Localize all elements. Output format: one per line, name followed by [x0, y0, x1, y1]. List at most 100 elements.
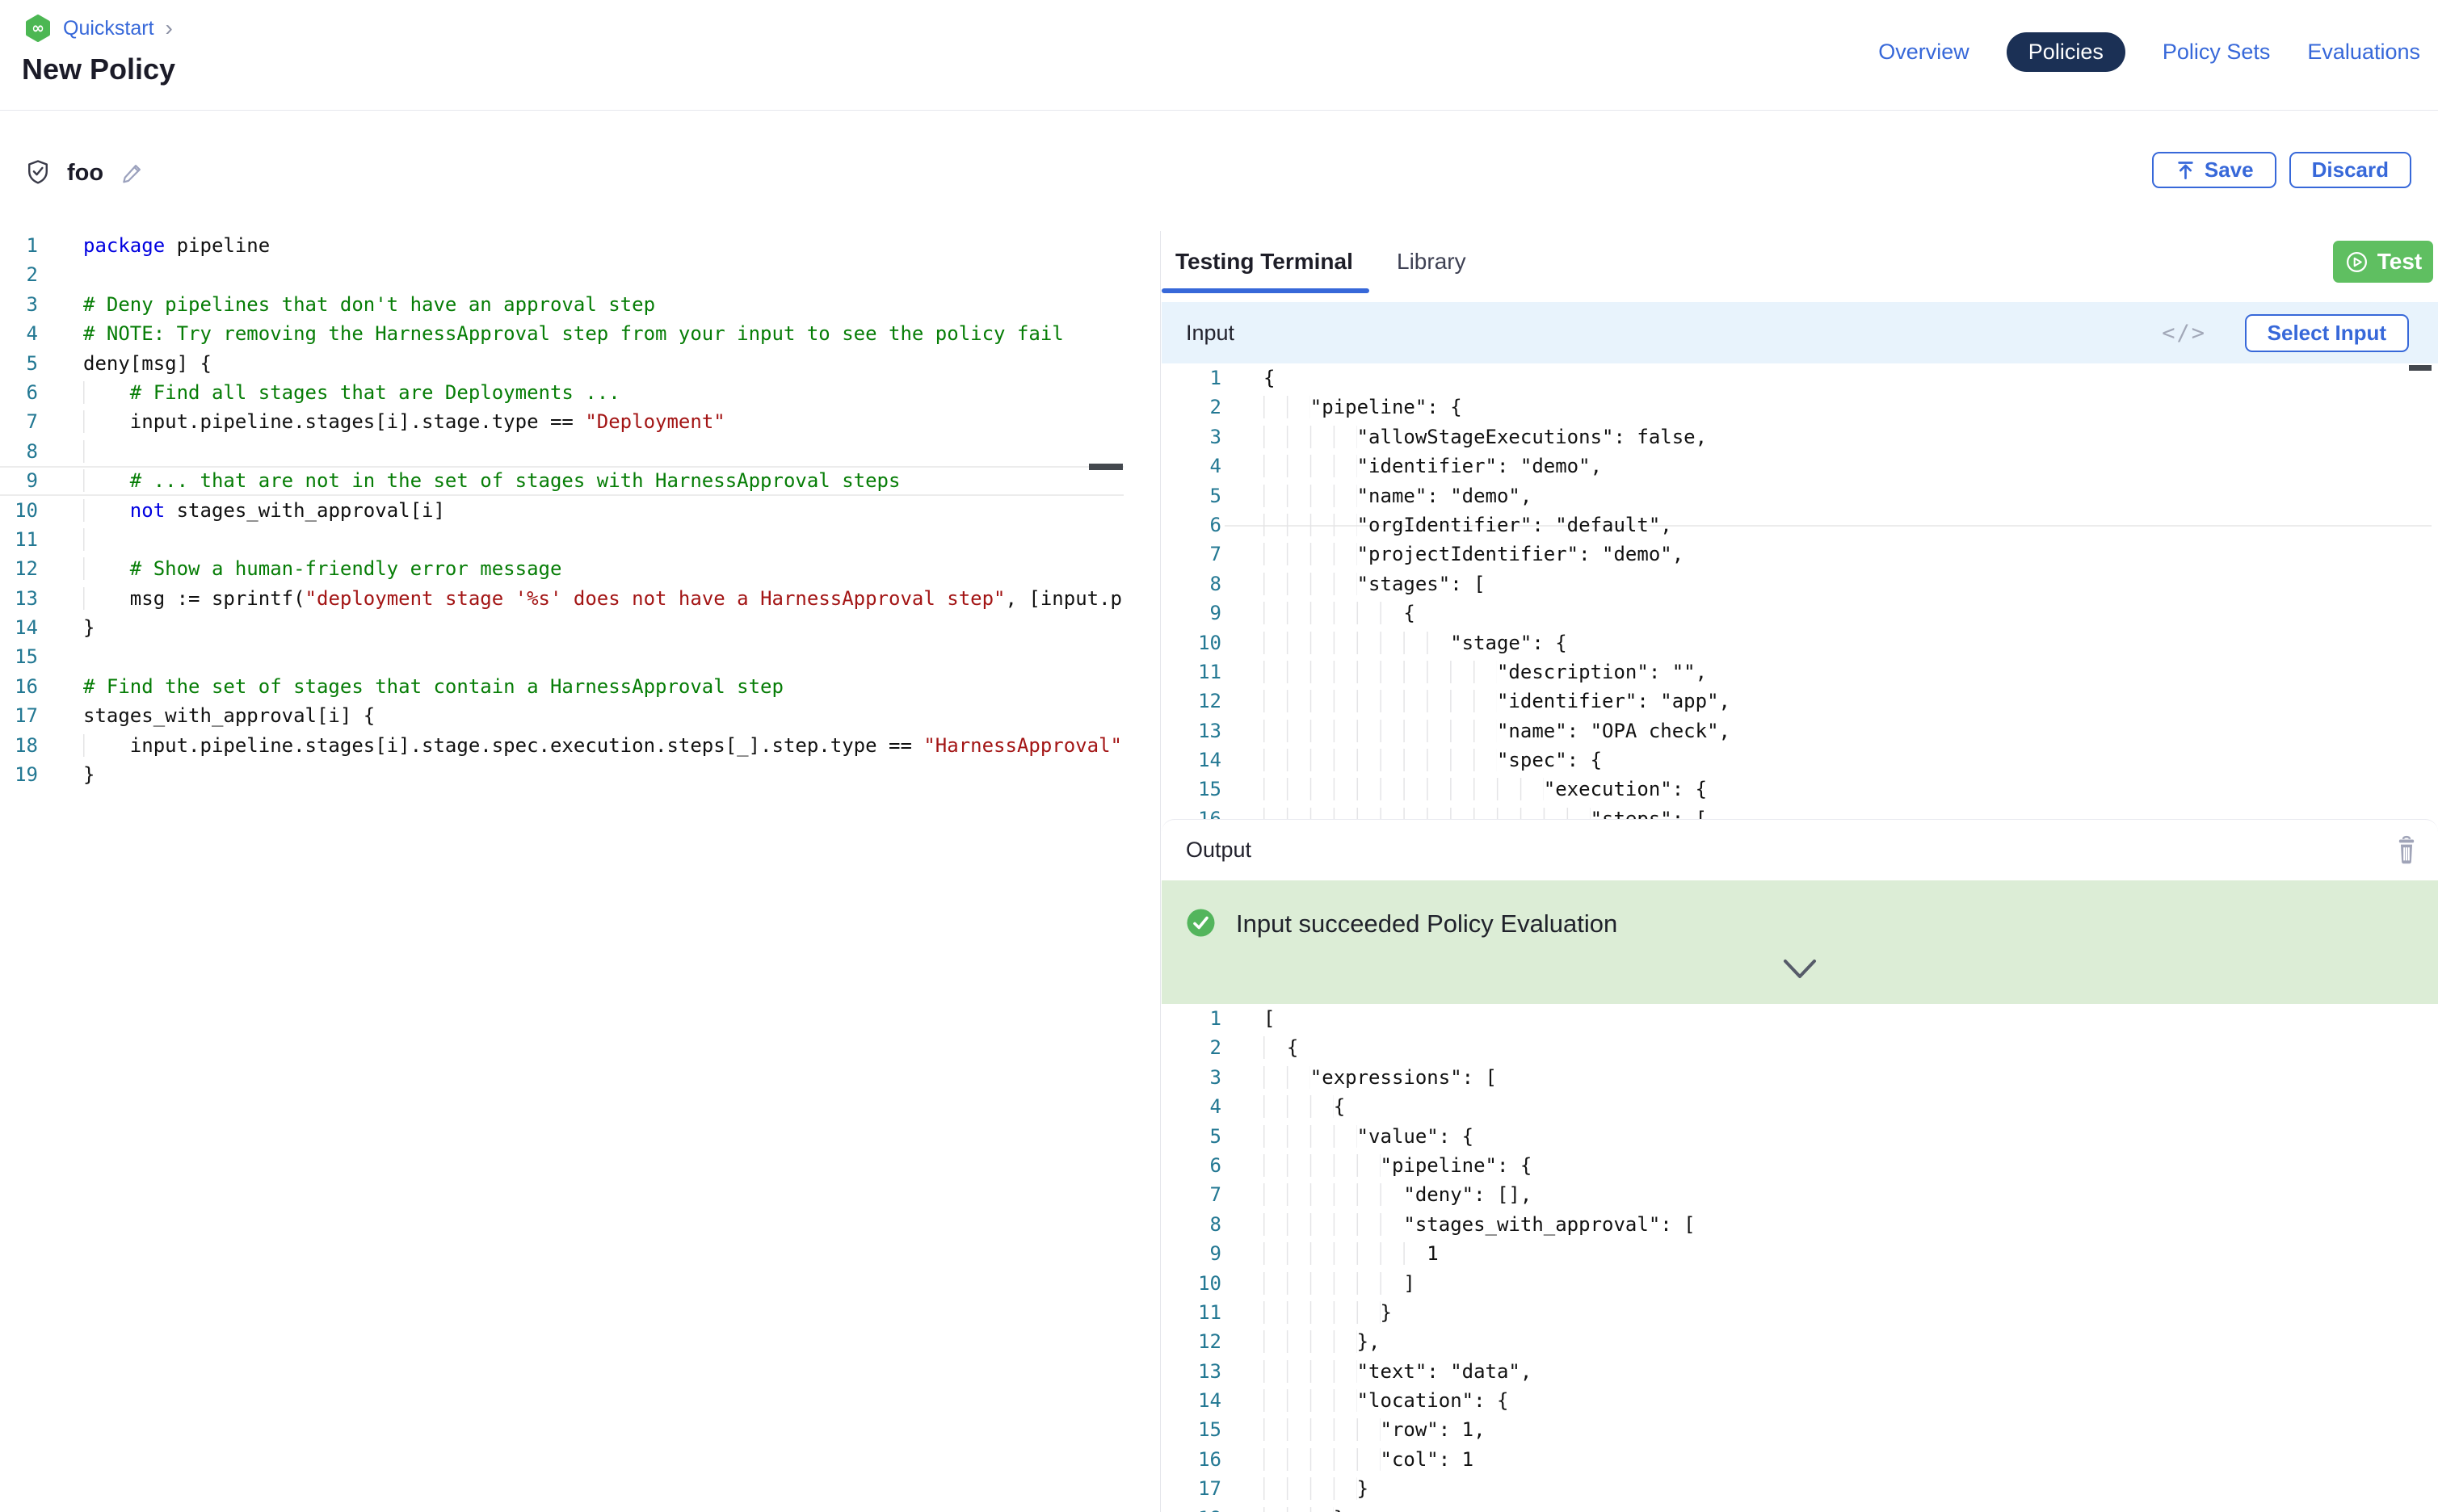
- indent-guides: [1263, 1125, 1357, 1148]
- save-button[interactable]: Save: [2152, 152, 2276, 188]
- code-line[interactable]: 14}: [0, 613, 1160, 642]
- clear-output-trash-icon[interactable]: [2393, 834, 2420, 865]
- code-line[interactable]: 6 # Find all stages that are Deployments…: [0, 378, 1160, 407]
- code-line[interactable]: 10 "stage": {: [1162, 628, 2438, 657]
- code-line[interactable]: 2: [0, 260, 1160, 289]
- code-line[interactable]: 3# Deny pipelines that don't have an app…: [0, 290, 1160, 319]
- code-line[interactable]: 3 "expressions": [: [1162, 1063, 2438, 1092]
- token-plain: pipeline: [165, 234, 270, 257]
- code-line[interactable]: 7 "projectIdentifier": "demo",: [1162, 540, 2438, 569]
- code-line[interactable]: 19}: [0, 760, 1160, 789]
- code-line[interactable]: 9 {: [1162, 598, 2438, 628]
- code-line[interactable]: 15: [0, 642, 1160, 671]
- line-number: 9: [1162, 1239, 1221, 1268]
- indent-guides: [83, 440, 130, 463]
- line-text: "row": 1,: [1221, 1415, 1486, 1444]
- policy-code-editor[interactable]: 1package pipeline23# Deny pipelines that…: [0, 231, 1161, 1512]
- code-line[interactable]: 1{: [1162, 363, 2438, 393]
- code-line[interactable]: 5deny[msg] {: [0, 349, 1160, 378]
- code-line[interactable]: 8 "stages_with_approval": [: [1162, 1210, 2438, 1239]
- code-line[interactable]: 14 "location": {: [1162, 1386, 2438, 1415]
- code-line[interactable]: 9 1: [1162, 1239, 2438, 1268]
- code-line[interactable]: 12 # Show a human-friendly error message: [0, 554, 1160, 583]
- code-line[interactable]: 10 not stages_with_approval[i]: [0, 496, 1160, 525]
- tab-testing-terminal[interactable]: Testing Terminal: [1175, 249, 1353, 275]
- select-input-button[interactable]: Select Input: [2245, 314, 2409, 352]
- test-button[interactable]: Test: [2333, 241, 2433, 283]
- code-line[interactable]: 7 "deny": [],: [1162, 1180, 2438, 1209]
- code-line[interactable]: 12 "identifier": "app",: [1162, 687, 2438, 716]
- code-line[interactable]: 11 "description": "",: [1162, 657, 2438, 687]
- code-line[interactable]: 2 {: [1162, 1033, 2438, 1062]
- code-line[interactable]: 3 "allowStageExecutions": false,: [1162, 422, 2438, 452]
- code-line[interactable]: 6 "pipeline": {: [1162, 1151, 2438, 1180]
- nav-tab-policies[interactable]: Policies: [2007, 32, 2125, 72]
- code-line[interactable]: 10 ]: [1162, 1269, 2438, 1298]
- code-line[interactable]: 13 msg := sprintf("deployment stage '%s'…: [0, 584, 1160, 613]
- indent-guides: [83, 381, 130, 404]
- code-line[interactable]: 1package pipeline: [0, 231, 1160, 260]
- edit-name-pencil-icon[interactable]: [119, 160, 145, 187]
- code-line[interactable]: 11 }: [1162, 1298, 2438, 1327]
- code-line[interactable]: 17stages_with_approval[i] {: [0, 701, 1160, 730]
- code-line[interactable]: 16 "col": 1: [1162, 1445, 2438, 1474]
- nav-tab-overview[interactable]: Overview: [1878, 32, 1969, 72]
- token-plain: "value": {: [1357, 1125, 1474, 1148]
- nav-tab-policy-sets[interactable]: Policy Sets: [2163, 32, 2271, 72]
- token-plain: "stages": [: [1357, 573, 1486, 595]
- code-line[interactable]: 16# Find the set of stages that contain …: [0, 672, 1160, 701]
- code-line[interactable]: 1[: [1162, 1004, 2438, 1033]
- code-line[interactable]: 5 "value": {: [1162, 1122, 2438, 1151]
- code-line[interactable]: 5 "name": "demo",: [1162, 481, 2438, 510]
- code-line[interactable]: 8 "stages": [: [1162, 569, 2438, 598]
- policy-name: foo: [67, 160, 103, 187]
- line-text: "allowStageExecutions": false,: [1221, 422, 1707, 452]
- code-line[interactable]: 2 "pipeline": {: [1162, 393, 2438, 422]
- code-line[interactable]: 4 "identifier": "demo",: [1162, 452, 2438, 481]
- expand-details-chevron-icon[interactable]: [1782, 958, 1818, 981]
- page-title: New Policy: [22, 52, 175, 86]
- line-text: # Find all stages that are Deployments .…: [38, 378, 620, 407]
- nav-tab-evaluations[interactable]: Evaluations: [2307, 32, 2420, 72]
- token-plain: }: [83, 616, 95, 639]
- code-view-icon[interactable]: </>: [2162, 321, 2206, 346]
- code-line[interactable]: 16 "steps": [: [1162, 804, 2438, 819]
- code-line[interactable]: 18 input.pipeline.stages[i].stage.spec.e…: [0, 731, 1160, 760]
- line-number: 13: [1162, 1357, 1221, 1386]
- line-number: 7: [1162, 540, 1221, 569]
- line-text: "stages_with_approval": [: [1221, 1210, 1696, 1239]
- discard-button[interactable]: Discard: [2289, 152, 2411, 188]
- code-line[interactable]: 9 # ... that are not in the set of stage…: [0, 466, 1160, 495]
- code-line[interactable]: 15 "row": 1,: [1162, 1415, 2438, 1444]
- code-line[interactable]: 4# NOTE: Try removing the HarnessApprova…: [0, 319, 1160, 348]
- indent-guides: [83, 410, 130, 433]
- breadcrumb-project-link[interactable]: Quickstart: [63, 17, 154, 40]
- tab-library[interactable]: Library: [1397, 249, 1466, 275]
- token-plain: stages_with_approval[i] {: [83, 704, 375, 727]
- line-text: "description": "",: [1221, 657, 1707, 687]
- code-line[interactable]: 6 "orgIdentifier": "default",: [1162, 510, 2438, 540]
- code-line[interactable]: 12 },: [1162, 1327, 2438, 1356]
- token-string: "deployment stage '%s' does not have a H…: [305, 587, 1006, 610]
- code-line[interactable]: 13 "name": "OPA check",: [1162, 716, 2438, 746]
- token-plain: "spec": {: [1497, 749, 1602, 771]
- line-text: "steps": [: [1221, 804, 1707, 819]
- code-line[interactable]: 17 }: [1162, 1474, 2438, 1503]
- line-number: 17: [1162, 1474, 1221, 1503]
- code-line[interactable]: 18 }: [1162, 1504, 2438, 1512]
- code-line[interactable]: 15 "execution": {: [1162, 775, 2438, 804]
- code-line[interactable]: 14 "spec": {: [1162, 746, 2438, 775]
- code-line[interactable]: 4 {: [1162, 1092, 2438, 1121]
- indent-guides: [83, 587, 130, 610]
- input-json-editor[interactable]: 1{2 "pipeline": {3 "allowStageExecutions…: [1162, 363, 2438, 819]
- code-line[interactable]: 7 input.pipeline.stages[i].stage.type ==…: [0, 407, 1160, 436]
- token-comment: # NOTE: Try removing the HarnessApproval…: [83, 322, 1064, 345]
- output-json-viewer[interactable]: 1[2 {3 "expressions": [4 {5 "value": {6 …: [1162, 1004, 2438, 1512]
- token-plain: {: [1263, 367, 1275, 389]
- policy-name-row: foo: [24, 158, 145, 187]
- code-line[interactable]: 13 "text": "data",: [1162, 1357, 2438, 1386]
- token-plain: "expressions": [: [1310, 1066, 1497, 1089]
- code-line[interactable]: 11: [0, 525, 1160, 554]
- line-text: "identifier": "app",: [1221, 687, 1730, 716]
- code-line[interactable]: 8: [0, 437, 1160, 466]
